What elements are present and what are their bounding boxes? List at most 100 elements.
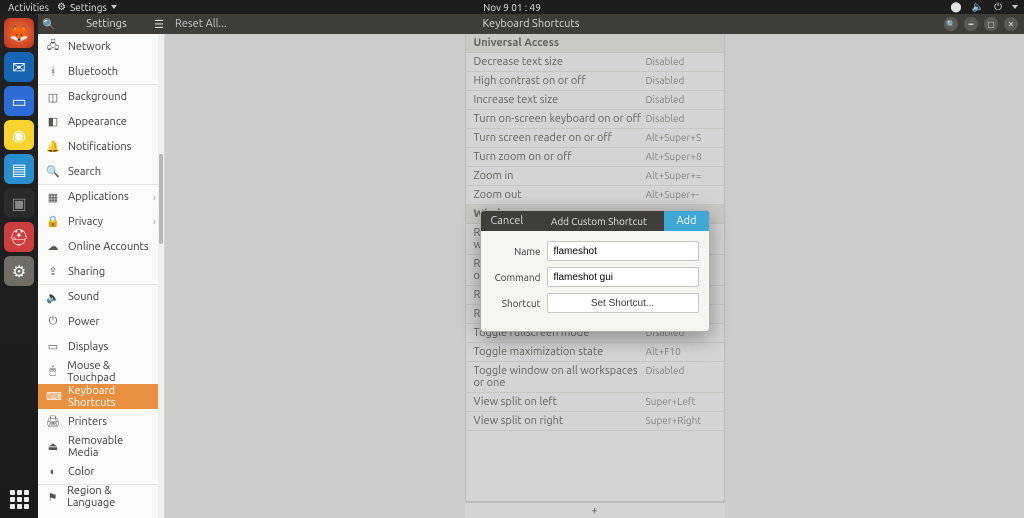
sidebar-item-label: Applications (68, 191, 129, 203)
sidebar-item-sound[interactable]: 🔈 Sound (38, 284, 164, 309)
sidebar-item-region-language[interactable]: ⚑ Region & Language (38, 484, 164, 509)
window-maximize-icon[interactable]: ▢ (984, 17, 998, 31)
sidebar-item-label: Bluetooth (68, 66, 118, 78)
sidebar-item-mouse-touchpad[interactable]: 🖱 Mouse & Touchpad (38, 359, 164, 384)
sidebar-icon: ⚑ (46, 491, 59, 504)
sidebar-icon: ◫ (46, 91, 60, 104)
sidebar-item-sharing[interactable]: ⇪ Sharing (38, 259, 164, 284)
window-minimize-icon[interactable]: ━ (964, 17, 978, 31)
sidebar-icon: 🖧 (46, 37, 60, 56)
sidebar-icon: ⏻ (46, 315, 60, 328)
sidebar-icon: 🔍 (46, 165, 60, 178)
command-input[interactable] (547, 267, 699, 287)
sidebar-item-online-accounts[interactable]: ☁ Online Accounts (38, 234, 164, 259)
sidebar-item-label: Power (68, 316, 100, 328)
sidebar-item-label: Network (68, 41, 111, 53)
sidebar-item-label: Printers (68, 416, 107, 428)
name-label: Name (491, 246, 541, 257)
sidebar-item-appearance[interactable]: ◧ Appearance (38, 109, 164, 134)
network-icon: ⬤ (950, 1, 961, 13)
sidebar-item-printers[interactable]: 🖨Printers (38, 409, 164, 434)
sidebar-icon: ▦ (46, 191, 60, 204)
sidebar-item-label: Privacy (68, 216, 103, 228)
sidebar-item-label: Sound (68, 291, 99, 303)
set-shortcut-button[interactable]: Set Shortcut... (547, 293, 699, 313)
chevron-right-icon: › (153, 216, 156, 227)
settings-panel: Universal AccessDecrease text sizeDisabl… (165, 34, 1024, 518)
reset-all-button[interactable]: Reset All... (165, 18, 237, 30)
add-custom-shortcut-dialog: Cancel Add Custom Shortcut Add Name Comm… (480, 210, 710, 332)
command-label: Command (491, 272, 541, 283)
sidebar-item-label: Keyboard Shortcuts (68, 385, 156, 409)
sidebar-icon: ☁ (46, 240, 60, 253)
sidebar-icon: ᚼ (46, 66, 60, 78)
window-close-icon[interactable]: ✕ (1004, 17, 1018, 31)
dock-app-files[interactable]: ▭ (4, 86, 34, 116)
sidebar-icon: 🔔 (46, 140, 60, 153)
chevron-down-icon (111, 5, 117, 9)
clock[interactable]: Nov 9 01 : 49 (483, 2, 541, 13)
shortcut-label: Shortcut (491, 298, 541, 309)
sidebar-item-label: Sharing (68, 266, 105, 278)
sidebar-item-privacy[interactable]: 🔒 Privacy › (38, 209, 164, 234)
scrollbar-track[interactable] (158, 34, 164, 518)
sidebar-icon: ⇪ (46, 265, 60, 278)
headerbar: 🔍 Settings ☰ Reset All... Keyboard Short… (38, 14, 1024, 34)
sidebar-item-background[interactable]: ◫ Background (38, 84, 164, 109)
scrollbar-thumb[interactable] (159, 154, 163, 244)
dock-app-firefox[interactable]: 🦊 (4, 18, 34, 48)
sidebar-item-label: Online Accounts (68, 241, 149, 253)
settings-title: Settings (60, 18, 153, 30)
add-button[interactable]: Add (664, 211, 708, 231)
activities-button[interactable]: Activities (8, 2, 49, 13)
app-menu-label: Settings (70, 2, 107, 13)
sidebar-icon: ⏏ (46, 440, 60, 453)
sidebar-icon: ◐ (46, 466, 60, 478)
sidebar-item-label: Removable Media (68, 435, 156, 459)
sidebar-item-color[interactable]: ◐ Color (38, 459, 164, 484)
dock-app-rhythmbox[interactable]: ◉ (4, 120, 34, 150)
sidebar-item-bluetooth[interactable]: ᚼ Bluetooth (38, 59, 164, 84)
sidebar-item-displays[interactable]: ▭ Displays (38, 334, 164, 359)
dock-app-thunderbird[interactable]: ✉ (4, 52, 34, 82)
show-applications-button[interactable] (4, 484, 34, 514)
sidebar-icon: ◧ (46, 115, 60, 128)
sidebar-item-power[interactable]: ⏻ Power (38, 309, 164, 334)
ubuntu-dock: 🦊 ✉ ▭ ◉ ▤ ▣ ⛑ ⚙ (0, 14, 38, 518)
sidebar-item-label: Appearance (68, 116, 127, 128)
dock-app-help[interactable]: ⛑ (4, 222, 34, 252)
system-status-area[interactable]: ⬤ 🔈 ⏻ (950, 1, 1018, 13)
name-input[interactable] (547, 241, 699, 261)
gear-icon: ⚙ (57, 1, 66, 13)
dialog-title: Add Custom Shortcut (533, 216, 664, 227)
dock-app-texteditor[interactable]: ▤ (4, 154, 34, 184)
sidebar-item-label: Displays (68, 341, 108, 353)
window-search-icon[interactable]: 🔍 (944, 17, 958, 31)
sidebar-item-label: Color (68, 466, 95, 478)
app-menu[interactable]: ⚙ Settings (57, 1, 117, 13)
sidebar-item-label: Background (68, 91, 127, 103)
volume-icon: 🔈 (972, 1, 984, 13)
sidebar-icon: 🖱 (46, 365, 59, 378)
settings-sidebar: 🖧 Network ᚼ Bluetooth ◫ Background ◧ Appearance… (38, 34, 165, 518)
cancel-button[interactable]: Cancel (481, 215, 534, 227)
search-button[interactable]: 🔍 (38, 18, 60, 31)
hamburger-menu[interactable]: ☰ (153, 18, 165, 31)
sidebar-icon: 🔒 (46, 215, 60, 228)
power-icon: ⏻ (994, 1, 1002, 13)
sidebar-item-search[interactable]: 🔍 Search (38, 159, 164, 184)
dock-app-settings[interactable]: ⚙ (4, 256, 34, 286)
sidebar-item-label: Region & Language (67, 485, 156, 509)
sidebar-item-label: Mouse & Touchpad (67, 360, 156, 384)
sidebar-item-keyboard-shortcuts[interactable]: ⌨Keyboard Shortcuts (38, 384, 164, 409)
sidebar-item-applications[interactable]: ▦ Applications › (38, 184, 164, 209)
sidebar-item-label: Search (68, 166, 101, 178)
dock-app-todo[interactable]: ▣ (4, 188, 34, 218)
sidebar-icon: 🔈 (46, 291, 60, 304)
sidebar-item-label: Notifications (68, 141, 131, 153)
sidebar-item-network[interactable]: 🖧 Network (38, 34, 164, 59)
sidebar-item-removable-media[interactable]: ⏏ Removable Media (38, 434, 164, 459)
sidebar-item-notifications[interactable]: 🔔 Notifications (38, 134, 164, 159)
chevron-right-icon: › (153, 192, 156, 203)
sidebar-icon: ▭ (46, 340, 60, 353)
